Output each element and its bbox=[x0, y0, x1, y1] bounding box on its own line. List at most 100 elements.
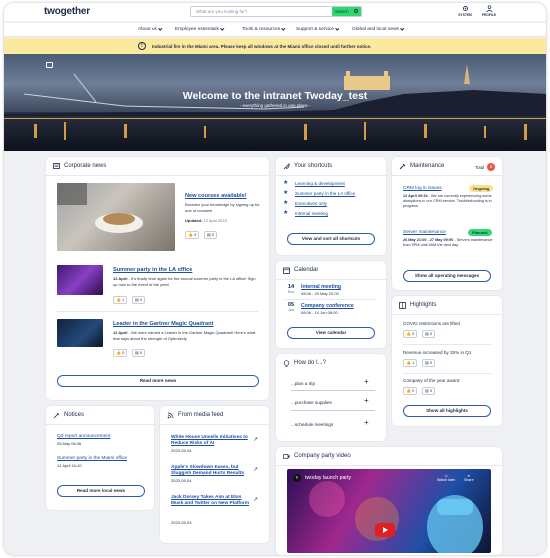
like-button[interactable]: 👍 0 bbox=[403, 330, 418, 338]
card-title: Notices bbox=[64, 412, 85, 418]
howdoi-item[interactable]: ...schedule meetings bbox=[291, 422, 333, 428]
chevron-down-icon bbox=[281, 25, 286, 30]
image-icon[interactable] bbox=[46, 62, 53, 68]
event-date: 05 Jun bbox=[285, 302, 297, 312]
share-button[interactable]: ➦ Share bbox=[464, 474, 474, 482]
nav-label: Global and local news bbox=[352, 27, 399, 32]
comment-button[interactable]: ▤ 0 bbox=[132, 349, 146, 357]
nav-support-service[interactable]: Support & service bbox=[296, 25, 339, 32]
highlight-title[interactable]: Revenue increased by 25% in Q1 bbox=[403, 350, 471, 356]
speaker-image[interactable] bbox=[57, 319, 103, 347]
maintenance-title[interactable]: Server maintenance bbox=[403, 230, 446, 235]
plus-icon[interactable]: + bbox=[364, 377, 369, 386]
watch-later-button[interactable]: ◷ Watch later bbox=[437, 474, 455, 482]
media-feed-date: 2023-05-04 bbox=[171, 478, 192, 483]
comment-button[interactable]: ▤ 0 bbox=[422, 359, 436, 367]
read-more-local-news-button[interactable]: Read more local news bbox=[57, 485, 145, 497]
show-all-operating-messages-button[interactable]: Show all operating messages bbox=[403, 270, 491, 282]
view-all-shortcuts-button[interactable]: View and sort all shortcuts bbox=[287, 233, 375, 245]
media-feed-title[interactable]: Jack Dorsey Takes Aim at Elon Musk and T… bbox=[171, 495, 251, 507]
status-badge: Ongoing bbox=[469, 185, 494, 192]
comment-button[interactable]: ▤ 0 bbox=[422, 330, 436, 338]
highlights-icon bbox=[399, 302, 406, 309]
shortcut-link[interactable]: Internal meeting bbox=[295, 211, 328, 216]
like-count: 1 bbox=[412, 360, 415, 365]
nav-about-us[interactable]: About us bbox=[138, 25, 162, 32]
search-input[interactable]: What are you looking for? bbox=[196, 9, 247, 14]
search-box[interactable]: What are you looking for? Search bbox=[190, 6, 362, 17]
coffee-illustration bbox=[57, 183, 143, 233]
alert-icon: ! bbox=[138, 42, 146, 50]
alert-banner: ! Industrial fire in the Miami area. Ple… bbox=[4, 38, 546, 54]
shortcut-link[interactable]: Summer party in the LA office bbox=[295, 191, 355, 196]
profile-label: PROFILE bbox=[481, 13, 497, 17]
maintenance-desc: 12 April 09:34 - We are currently experi… bbox=[403, 194, 495, 209]
external-link-icon[interactable]: ↗ bbox=[253, 466, 258, 473]
plus-icon[interactable]: + bbox=[364, 396, 369, 405]
gear-icon bbox=[462, 5, 468, 12]
card-title: Your shortcuts bbox=[294, 163, 333, 169]
external-link-icon[interactable]: ↗ bbox=[253, 496, 258, 503]
event-date: 14 Nov bbox=[285, 284, 297, 294]
search-button[interactable]: Search bbox=[332, 7, 361, 16]
status-badge: Planned bbox=[468, 229, 492, 236]
nav-employee-essentials[interactable]: Employee essentials bbox=[175, 25, 225, 32]
event-title[interactable]: Internal meeting bbox=[301, 284, 341, 290]
howdoi-item[interactable]: ...purchase supplies bbox=[291, 400, 332, 406]
star-icon: ★ bbox=[283, 190, 289, 196]
view-calendar-button[interactable]: View calendar bbox=[287, 327, 375, 339]
comment-button[interactable]: ▤ 0 bbox=[422, 387, 436, 395]
logo[interactable]: twogether bbox=[44, 6, 90, 17]
card-title: Maintenance bbox=[410, 163, 445, 169]
like-button[interactable]: 👍 0 bbox=[403, 387, 418, 395]
like-button[interactable]: 👍 0 bbox=[113, 349, 128, 357]
video-player[interactable]: T twoday launch party ◷ Watch later ➦ Shar… bbox=[287, 469, 491, 553]
comment-button[interactable]: ▤ 0 bbox=[204, 231, 218, 239]
card-title: Corporate news bbox=[64, 163, 107, 169]
shortcut-link[interactable]: Learning & development bbox=[295, 181, 345, 186]
maintenance-date: 12 April 09:34 bbox=[403, 194, 428, 198]
notices-card: Notices Q3 report announcement 05 May 06… bbox=[46, 406, 154, 510]
media-feed-card: From media feed White House Unveils Init… bbox=[160, 406, 269, 543]
news-item-title[interactable]: Summer party in the LA office bbox=[113, 267, 192, 273]
news-item-date: 12 April bbox=[113, 330, 128, 335]
plus-icon[interactable]: + bbox=[364, 418, 369, 427]
wrench-icon bbox=[399, 163, 406, 170]
divider bbox=[392, 175, 502, 176]
nav-global-local-news[interactable]: Global and local news bbox=[352, 25, 404, 32]
news-item-title[interactable]: Leader in the Gartner Magic Quadrant bbox=[113, 321, 213, 327]
nav-tools-resources[interactable]: Tools & resources bbox=[242, 25, 286, 32]
like-button[interactable]: 👍 0 bbox=[185, 231, 200, 239]
notice-title[interactable]: Summer party in the Miami office bbox=[57, 456, 127, 461]
media-feed-title[interactable]: White House Unveils Initiatives to Reduc… bbox=[171, 435, 251, 447]
featured-news-title[interactable]: New courses available! bbox=[185, 193, 247, 199]
read-more-news-button[interactable]: Read more news bbox=[57, 375, 259, 387]
maintenance-title[interactable]: CRM log in issues bbox=[403, 186, 442, 191]
hero-subtitle: - everything gathered in one place - bbox=[239, 103, 311, 108]
system-button[interactable]: SYSTEM bbox=[457, 5, 473, 17]
highlight-title[interactable]: Company of the year award bbox=[403, 378, 459, 384]
highlight-title[interactable]: COVID restrictions are lifted bbox=[403, 321, 460, 327]
profile-button[interactable]: PROFILE bbox=[481, 5, 497, 17]
external-link-icon[interactable]: ↗ bbox=[253, 436, 258, 443]
howdoi-item[interactable]: ...plan a trip bbox=[291, 381, 315, 387]
play-button[interactable] bbox=[375, 523, 395, 537]
coffee-cup-image[interactable] bbox=[57, 183, 175, 251]
divider bbox=[392, 314, 502, 315]
shortcut-link[interactable]: Executives only bbox=[295, 201, 327, 206]
rss-icon bbox=[167, 412, 174, 419]
rocket-icon bbox=[283, 163, 290, 170]
show-all-highlights-button[interactable]: Show all highlights bbox=[403, 405, 491, 417]
media-feed-title[interactable]: Apple's Slowdown Eases, but Sluggish Dem… bbox=[171, 465, 251, 477]
comment-button[interactable]: ▤ 0 bbox=[132, 296, 146, 304]
updated-label: Updated: bbox=[185, 218, 203, 223]
notice-title[interactable]: Q3 report announcement bbox=[57, 434, 110, 439]
event-title[interactable]: Company conference bbox=[301, 303, 354, 309]
comment-count: 0 bbox=[429, 360, 433, 365]
like-button[interactable]: 👍 1 bbox=[113, 296, 128, 304]
party-image[interactable] bbox=[57, 265, 103, 295]
like-button[interactable]: 👍 1 bbox=[403, 359, 418, 367]
intranet-window: twogether What are you looking for? Sear… bbox=[4, 3, 546, 555]
alert-text[interactable]: Industrial fire in the Miami area. Pleas… bbox=[152, 44, 371, 49]
chevron-down-icon bbox=[335, 25, 339, 30]
